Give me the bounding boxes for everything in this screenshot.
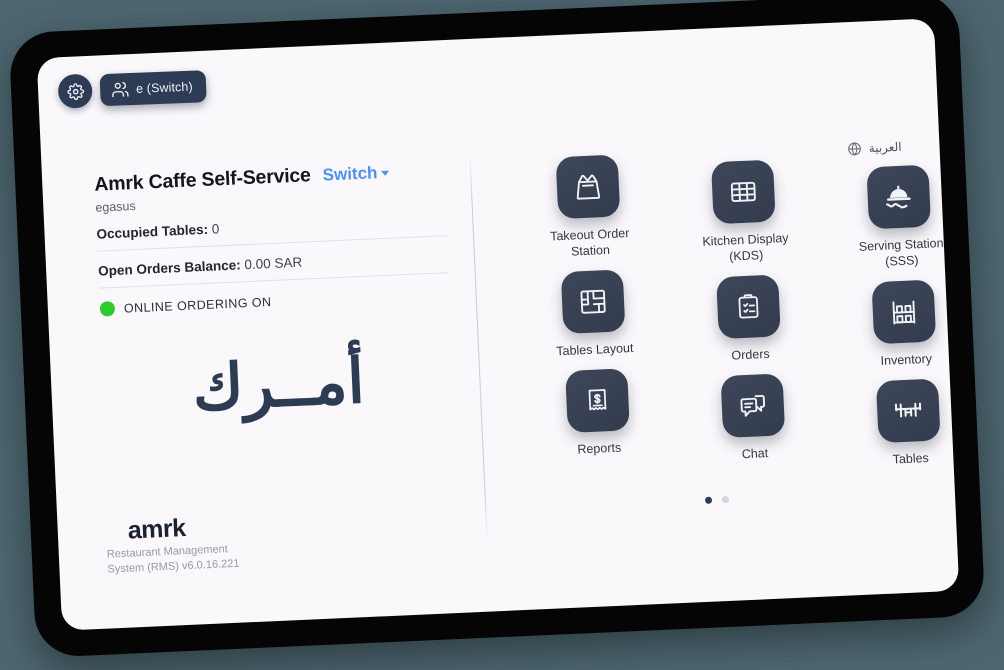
- tile-reports[interactable]: Reports: [521, 366, 674, 460]
- tile-serving-station[interactable]: Serving Station (SSS): [823, 163, 959, 273]
- tile-kitchen-display[interactable]: Kitchen Display (KDS): [667, 158, 821, 268]
- open-orders-balance-value: 0.00 SAR: [244, 254, 303, 273]
- occupied-tables-row: Occupied Tables: 0: [96, 211, 448, 252]
- brand-logo-arabic: أمــرك: [190, 346, 366, 424]
- carousel-pagination[interactable]: [704, 495, 730, 504]
- pagination-dot-2[interactable]: [721, 495, 730, 504]
- top-toolbar: e (Switch): [57, 69, 207, 109]
- tile-label: Kitchen Display (KDS): [702, 230, 789, 264]
- occupied-tables-key: Occupied Tables:: [96, 221, 209, 242]
- tile-label: Inventory: [880, 351, 933, 368]
- table-chairs-icon: [876, 378, 941, 444]
- tile-label: Takeout Order Station: [549, 226, 630, 259]
- people-icon: [111, 80, 130, 99]
- open-orders-balance-row: Open Orders Balance: 0.00 SAR: [97, 248, 449, 289]
- shelf-rack-icon: [871, 279, 937, 345]
- footer-branding: amrk Restaurant Management System (RMS) …: [105, 507, 337, 577]
- footer-logo: amrk: [127, 514, 187, 545]
- tile-label: Tables Layout: [556, 340, 634, 359]
- tablet-screen: e (Switch) Amrk Caffe Self-Service Switc…: [36, 18, 960, 631]
- tile-label: Orders: [731, 346, 770, 363]
- serving-tray-icon: [866, 164, 932, 230]
- panel-divider: [469, 151, 488, 541]
- pagination-dot-1[interactable]: [704, 496, 713, 504]
- switch-user-button[interactable]: e (Switch): [99, 70, 207, 107]
- receipt-dollar-icon: [564, 368, 630, 433]
- tile-label: Serving Station (SSS): [858, 236, 944, 269]
- tile-inventory[interactable]: Inventory: [828, 278, 959, 372]
- takeout-bag-icon: [555, 154, 620, 220]
- chat-bubbles-icon: [720, 373, 786, 439]
- footer-version-text: Restaurant Management System (RMS) v6.0.…: [106, 543, 240, 576]
- app-tile-grid: Takeout Order Station Kitchen Display (K…: [512, 139, 960, 467]
- floor-plan-icon: [560, 269, 626, 335]
- gear-icon: [66, 82, 84, 100]
- tile-chat[interactable]: Chat: [677, 371, 830, 465]
- status-badge: ONLINE ORDERING ON: [123, 294, 272, 316]
- switch-store-label: Switch: [322, 163, 378, 185]
- tile-orders[interactable]: Orders: [672, 273, 825, 367]
- switch-user-label: e (Switch): [135, 79, 193, 96]
- online-ordering-status: ONLINE ORDERING ON: [99, 286, 450, 317]
- tile-tables[interactable]: Tables: [833, 376, 960, 470]
- status-indicator-dot: [99, 300, 116, 317]
- tile-label: Reports: [577, 440, 622, 457]
- clipboard-check-icon: [716, 274, 781, 340]
- occupied-tables-value: 0: [211, 221, 220, 237]
- open-orders-balance-key: Open Orders Balance:: [97, 257, 241, 279]
- tile-label: Chat: [741, 446, 769, 462]
- chevron-down-icon: [381, 170, 390, 177]
- tile-label: Tables: [892, 450, 930, 467]
- tile-takeout-order-station[interactable]: Takeout Order Station: [512, 153, 666, 263]
- stage: e (Switch) Amrk Caffe Self-Service Switc…: [0, 0, 1004, 670]
- store-info-panel: Amrk Caffe Self-Service Switch egasus Oc…: [94, 158, 455, 424]
- grid-screen-icon: [710, 159, 776, 225]
- settings-button[interactable]: [57, 73, 93, 109]
- tablet-device-frame: e (Switch) Amrk Caffe Self-Service Switc…: [8, 0, 986, 658]
- switch-store-link[interactable]: Switch: [322, 163, 390, 186]
- tile-tables-layout[interactable]: Tables Layout: [517, 267, 670, 361]
